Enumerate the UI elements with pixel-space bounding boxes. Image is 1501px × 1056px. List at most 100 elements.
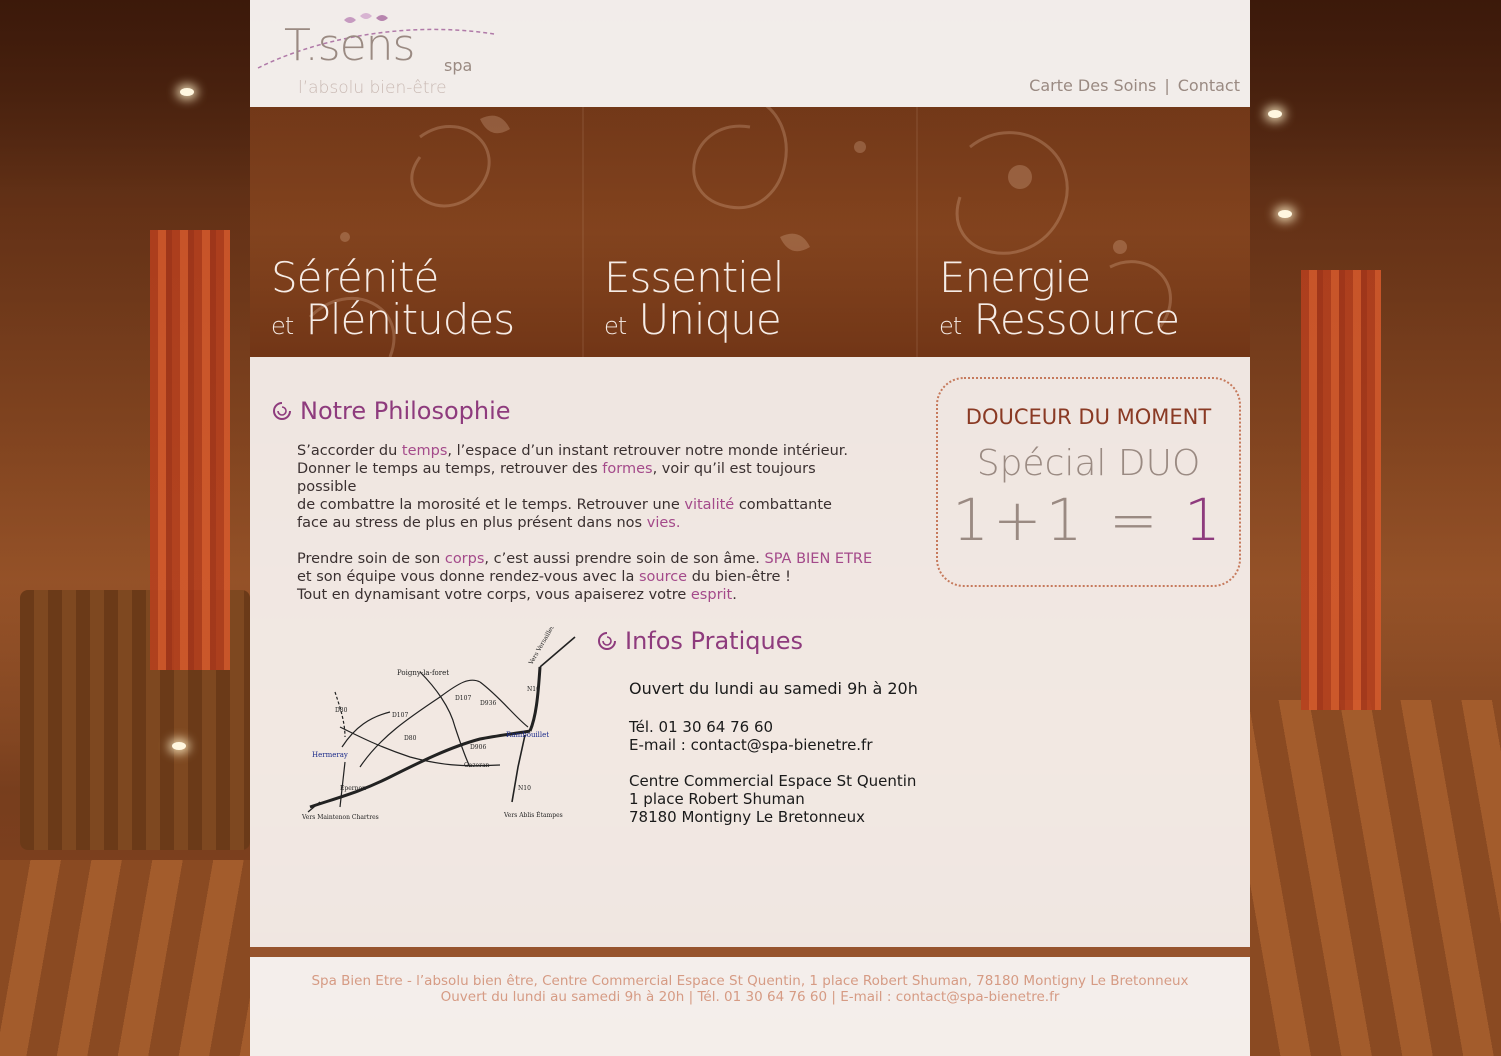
site-footer: Spa Bien Etre - l’absolu bien être, Cent… xyxy=(250,957,1250,1056)
address-line-1: Centre Commercial Espace St Quentin xyxy=(629,772,917,790)
philosophy-paragraph-1: S’accorder du temps, l’espace d’un insta… xyxy=(297,442,877,532)
address-line-2: 1 place Robert Shuman xyxy=(629,790,805,808)
contact-block: Tél. 01 30 64 76 60 E-mail : contact@spa… xyxy=(629,718,918,754)
hero-line1: Energie xyxy=(939,253,1091,302)
infos-title: Infos Pratiques xyxy=(625,627,803,655)
map-label-epernon: Epernon xyxy=(340,785,366,792)
background-left xyxy=(0,0,250,1056)
text: , l’espace d’un instant retrouver notre … xyxy=(447,443,849,459)
opening-hours: Ouvert du lundi au samedi 9h à 20h xyxy=(629,679,918,698)
map-label-d906: D906 xyxy=(470,744,486,751)
hero-banner: Sérénité et Plénitudes Essentiel et Uniq… xyxy=(250,107,1250,357)
text: du bien-être ! xyxy=(687,569,791,585)
highlight-corps: corps xyxy=(444,551,485,567)
highlight-formes: formes xyxy=(602,461,653,477)
promo-equation-left: 1+1 = xyxy=(952,486,1162,554)
infos-details: Ouvert du lundi au samedi 9h à 20h Tél. … xyxy=(629,680,918,844)
page-container: T.sens spa l’absolu bien-être Carte Des … xyxy=(250,0,1250,1056)
hero-line2-wrap: et Ressource xyxy=(939,299,1180,341)
hero-line2-wrap: et Plénitudes xyxy=(271,299,515,341)
text: . xyxy=(732,587,737,603)
promo-box[interactable]: DOUCEUR DU MOMENT Spécial DUO 1+1 = 1 xyxy=(936,377,1241,587)
background-right xyxy=(1250,0,1501,1056)
text: Donner le temps au temps, retrouver des xyxy=(297,461,603,477)
text: , c’est aussi prendre soin de son âme. xyxy=(484,551,765,567)
main-content: Notre Philosophie S’accorder du temps, l… xyxy=(250,357,1250,947)
text: Prendre soin de son xyxy=(297,551,445,567)
map-label-versailles: Vers Versailles Paris xyxy=(527,627,564,667)
highlight-source: source xyxy=(638,569,688,585)
highlight-spa-bien-etre: SPA BIEN ETRE xyxy=(764,551,873,567)
ceiling-lamp-decor xyxy=(180,88,194,96)
highlight-vies: vies. xyxy=(646,515,681,531)
map-label-d936: D936 xyxy=(480,700,496,707)
footer-line-1: Spa Bien Etre - l’absolu bien être, Cent… xyxy=(311,973,1189,989)
promo-heading: DOUCEUR DU MOMENT xyxy=(965,405,1212,429)
highlight-esprit: esprit xyxy=(690,587,733,603)
logo[interactable]: T.sens spa l’absolu bien-être xyxy=(254,10,499,102)
ceiling-lamp-decor xyxy=(1268,110,1282,118)
map-label-hermeray: Hermeray xyxy=(312,751,348,759)
email-address[interactable]: E-mail : contact@spa-bienetre.fr xyxy=(629,736,918,754)
map-label-n10-top: N10 xyxy=(527,686,540,693)
infos-heading: Infos Pratiques xyxy=(597,627,803,655)
nav-carte-des-soins[interactable]: Carte Des Soins xyxy=(1029,76,1156,95)
philosophy-text: S’accorder du temps, l’espace d’un insta… xyxy=(297,442,877,622)
hero-et: et xyxy=(604,312,627,340)
nav-contact[interactable]: Contact xyxy=(1178,76,1240,95)
map-label-ablis: Vers Ablis Étampes xyxy=(503,811,563,819)
floor-lamp-decor xyxy=(172,742,186,750)
map-label-d107-b: D107 xyxy=(392,712,408,719)
swirl-icon xyxy=(273,402,291,420)
curtain-decor xyxy=(150,230,230,670)
hero-line2: Unique xyxy=(638,295,782,344)
text: combattante xyxy=(734,497,832,513)
promo-special: Spécial DUO xyxy=(976,443,1201,484)
philosophy-title: Notre Philosophie xyxy=(300,397,511,425)
hero-et: et xyxy=(271,312,294,340)
hero-line1: Sérénité xyxy=(271,253,439,302)
text: S’accorder du xyxy=(297,443,402,459)
text: et son équipe vous donne rendez-vous ave… xyxy=(297,569,639,585)
nav-separator: | xyxy=(1164,76,1170,95)
map-label-n10-bottom: N10 xyxy=(518,785,531,792)
ceiling-lamp-decor xyxy=(1278,210,1292,218)
logo-spa: spa xyxy=(444,56,473,75)
swirl-icon xyxy=(598,632,616,650)
text: Tout en dynamisant votre corps, vous apa… xyxy=(297,587,691,603)
highlight-temps: temps xyxy=(401,443,448,459)
map-label-gazeran: Gazeran xyxy=(464,762,490,769)
hero-line2-wrap: et Unique xyxy=(604,299,783,341)
hero-panel-serenite[interactable]: Sérénité et Plénitudes xyxy=(271,253,515,341)
phone-number[interactable]: Tél. 01 30 64 76 60 xyxy=(629,718,918,736)
map-label-d107-a: D107 xyxy=(455,695,471,702)
text: face au stress de plus en plus présent d… xyxy=(297,515,647,531)
address-block: Centre Commercial Espace St Quentin 1 pl… xyxy=(629,772,918,826)
hero-line1: Essentiel xyxy=(604,253,784,302)
site-header: T.sens spa l’absolu bien-être Carte Des … xyxy=(250,0,1250,107)
map-label-maintenon: Vers Maintenon Chartres xyxy=(301,814,379,821)
philosophy-heading: Notre Philosophie xyxy=(272,397,511,425)
floor-decor xyxy=(1250,700,1501,1056)
logo-tagline: l’absolu bien-être xyxy=(298,78,447,98)
hero-line2: Plénitudes xyxy=(305,295,516,344)
map-label-poigny: Poigny-la-foret xyxy=(397,669,449,677)
top-navigation: Carte Des Soins | Contact xyxy=(1029,76,1240,95)
map-label-rambouillet: Rambouillet xyxy=(506,731,549,739)
philosophy-paragraph-2: Prendre soin de son corps, c’est aussi p… xyxy=(297,550,877,604)
map-label-d80-b: D80 xyxy=(404,735,417,742)
text: de combattre la morosité et le temps. Re… xyxy=(297,497,685,513)
address-line-3: 78180 Montigny Le Bretonneux xyxy=(629,808,865,826)
footer-line-2: Ouvert du lundi au samedi 9h à 20h | Tél… xyxy=(440,989,1060,1005)
hero-et: et xyxy=(939,312,962,340)
hero-panel-energie[interactable]: Energie et Ressource xyxy=(939,253,1180,341)
promo-equation: 1+1 = 1 xyxy=(938,486,1239,554)
access-map[interactable]: Poigny-la-foret Vers Versailles Paris N1… xyxy=(300,627,580,827)
hero-line2: Ressource xyxy=(973,295,1180,344)
highlight-vitalite: vitalité xyxy=(684,497,735,513)
map-label-d80-a: D80 xyxy=(335,707,348,714)
curtain-decor xyxy=(1301,270,1381,710)
promo-equation-right: 1 xyxy=(1183,486,1225,554)
logo-wordmark: T.sens xyxy=(284,20,415,71)
hero-panel-essentiel[interactable]: Essentiel et Unique xyxy=(604,253,784,341)
